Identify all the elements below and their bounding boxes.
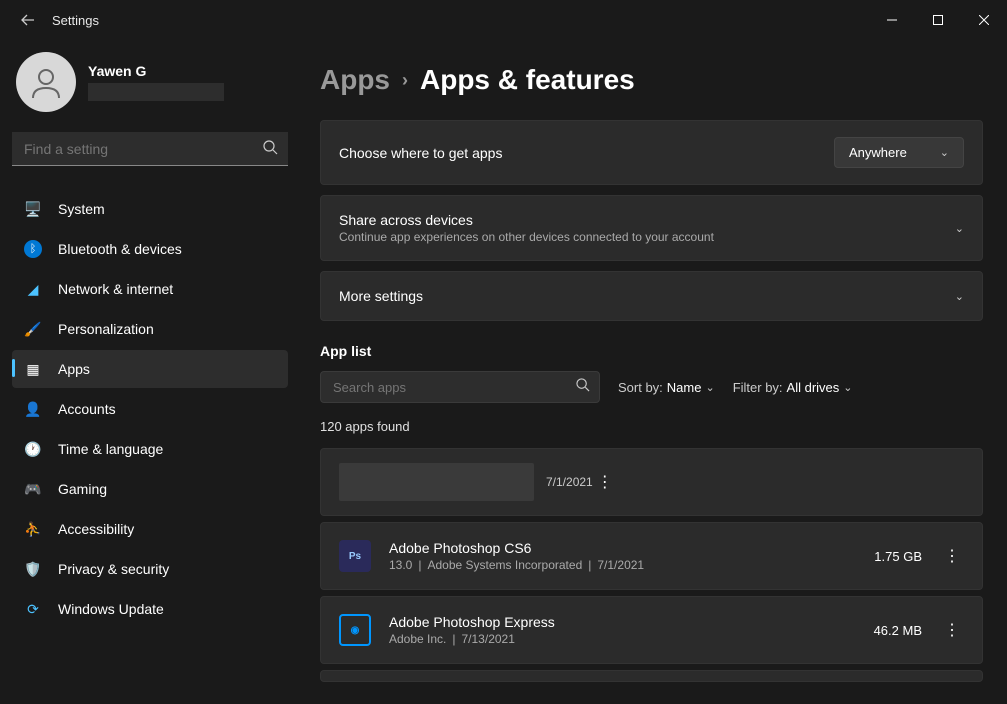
app-list-item[interactable]: ◉ Adobe Photoshop Express Adobe Inc.|7/1… — [320, 596, 983, 664]
maximize-button[interactable] — [915, 0, 961, 40]
sidebar-item-label: Bluetooth & devices — [58, 241, 182, 257]
app-name-redacted — [339, 463, 534, 501]
profile-section[interactable]: Yawen G — [12, 52, 288, 112]
app-size: 46.2 MB — [874, 623, 922, 638]
sidebar-item-network[interactable]: ◢ Network & internet — [12, 270, 288, 308]
sidebar-item-label: Accessibility — [58, 521, 134, 537]
card-label: More settings — [339, 288, 423, 304]
app-meta: 13.0|Adobe Systems Incorporated|7/1/2021 — [389, 558, 874, 572]
sidebar-item-label: System — [58, 201, 105, 217]
card-label: Share across devices — [339, 212, 714, 228]
sidebar-item-accessibility[interactable]: ⛹ Accessibility — [12, 510, 288, 548]
accessibility-icon: ⛹ — [24, 520, 42, 538]
card-label: Choose where to get apps — [339, 145, 502, 161]
chevron-down-icon: ⌄ — [843, 381, 852, 394]
sidebar-item-label: Windows Update — [58, 601, 164, 617]
more-vertical-icon: ⋮ — [597, 472, 613, 492]
sort-value: Name — [667, 380, 702, 395]
close-button[interactable] — [961, 0, 1007, 40]
more-vertical-icon: ⋮ — [944, 620, 960, 640]
bluetooth-icon: ᛒ — [24, 240, 42, 258]
accounts-icon: 👤 — [24, 400, 42, 418]
chevron-down-icon: ⌄ — [705, 381, 714, 394]
username: Yawen G — [88, 63, 224, 79]
sidebar-item-accounts[interactable]: 👤 Accounts — [12, 390, 288, 428]
sidebar-item-label: Gaming — [58, 481, 107, 497]
app-more-button[interactable]: ⋮ — [593, 470, 617, 494]
app-count: 120 apps found — [320, 419, 983, 434]
app-source-dropdown[interactable]: Anywhere ⌄ — [834, 137, 964, 168]
sort-label: Sort by: — [618, 380, 663, 395]
sidebar-item-label: Network & internet — [58, 281, 173, 297]
app-list-item[interactable]: 7/1/2021 ⋮ — [320, 448, 983, 516]
apps-icon: ▦ — [24, 360, 42, 378]
chevron-right-icon: › — [402, 70, 408, 91]
more-settings-card[interactable]: More settings ⌄ — [320, 271, 983, 321]
person-icon — [28, 64, 64, 100]
filter-label: Filter by: — [733, 380, 783, 395]
sidebar-item-gaming[interactable]: 🎮 Gaming — [12, 470, 288, 508]
search-icon — [263, 140, 278, 160]
paintbrush-icon: 🖌️ — [24, 320, 42, 338]
update-icon: ⟳ — [24, 600, 42, 618]
minimize-icon — [887, 15, 897, 25]
app-name: Adobe Photoshop CS6 — [389, 540, 874, 556]
app-icon: ◉ — [339, 614, 371, 646]
settings-search-input[interactable] — [12, 132, 288, 166]
more-vertical-icon: ⋮ — [944, 546, 960, 566]
chevron-down-icon: ⌄ — [955, 290, 964, 303]
app-meta: Adobe Inc.|7/13/2021 — [389, 632, 874, 646]
avatar — [16, 52, 76, 112]
chevron-down-icon: ⌄ — [940, 146, 949, 159]
app-source-card: Choose where to get apps Anywhere ⌄ — [320, 120, 983, 185]
breadcrumb-parent[interactable]: Apps — [320, 64, 390, 96]
sidebar-item-label: Accounts — [58, 401, 116, 417]
sidebar-item-apps[interactable]: ▦ Apps — [12, 350, 288, 388]
sidebar-item-label: Time & language — [58, 441, 163, 457]
sidebar-item-time[interactable]: 🕐 Time & language — [12, 430, 288, 468]
breadcrumb: Apps › Apps & features — [320, 64, 983, 96]
sidebar-item-label: Privacy & security — [58, 561, 169, 577]
app-size: 1.75 GB — [874, 549, 922, 564]
dropdown-value: Anywhere — [849, 145, 907, 160]
app-more-button[interactable]: ⋮ — [940, 544, 964, 568]
clock-icon: 🕐 — [24, 440, 42, 458]
app-more-button[interactable]: ⋮ — [940, 618, 964, 642]
sidebar-item-label: Apps — [58, 361, 90, 377]
sidebar-item-personalization[interactable]: 🖌️ Personalization — [12, 310, 288, 348]
back-arrow-icon — [21, 13, 35, 27]
search-icon — [576, 378, 590, 397]
gaming-icon: 🎮 — [24, 480, 42, 498]
window-title: Settings — [52, 13, 99, 28]
app-list-item[interactable]: Ps Adobe Photoshop CS6 13.0|Adobe System… — [320, 522, 983, 590]
sidebar-item-system[interactable]: 🖥️ System — [12, 190, 288, 228]
wifi-icon: ◢ — [24, 280, 42, 298]
app-icon: Ps — [339, 540, 371, 572]
page-title: Apps & features — [420, 64, 635, 96]
chevron-down-icon: ⌄ — [955, 222, 964, 235]
user-email-redacted — [88, 83, 224, 101]
system-icon: 🖥️ — [24, 200, 42, 218]
filter-value: All drives — [787, 380, 840, 395]
sort-by-dropdown[interactable]: Sort by: Name ⌄ — [618, 380, 715, 395]
minimize-button[interactable] — [869, 0, 915, 40]
maximize-icon — [933, 15, 943, 25]
back-button[interactable] — [16, 13, 40, 27]
app-list-item[interactable] — [320, 670, 983, 682]
sidebar-item-bluetooth[interactable]: ᛒ Bluetooth & devices — [12, 230, 288, 268]
shield-icon: 🛡️ — [24, 560, 42, 578]
filter-by-dropdown[interactable]: Filter by: All drives ⌄ — [733, 380, 853, 395]
close-icon — [979, 15, 989, 25]
sidebar-item-label: Personalization — [58, 321, 154, 337]
section-title: App list — [320, 343, 983, 359]
sidebar-item-update[interactable]: ⟳ Windows Update — [12, 590, 288, 628]
card-subtitle: Continue app experiences on other device… — [339, 230, 714, 244]
app-search-input[interactable] — [320, 371, 600, 403]
share-devices-card[interactable]: Share across devices Continue app experi… — [320, 195, 983, 261]
app-name: Adobe Photoshop Express — [389, 614, 874, 630]
sidebar-item-privacy[interactable]: 🛡️ Privacy & security — [12, 550, 288, 588]
app-date: 7/1/2021 — [546, 475, 593, 489]
